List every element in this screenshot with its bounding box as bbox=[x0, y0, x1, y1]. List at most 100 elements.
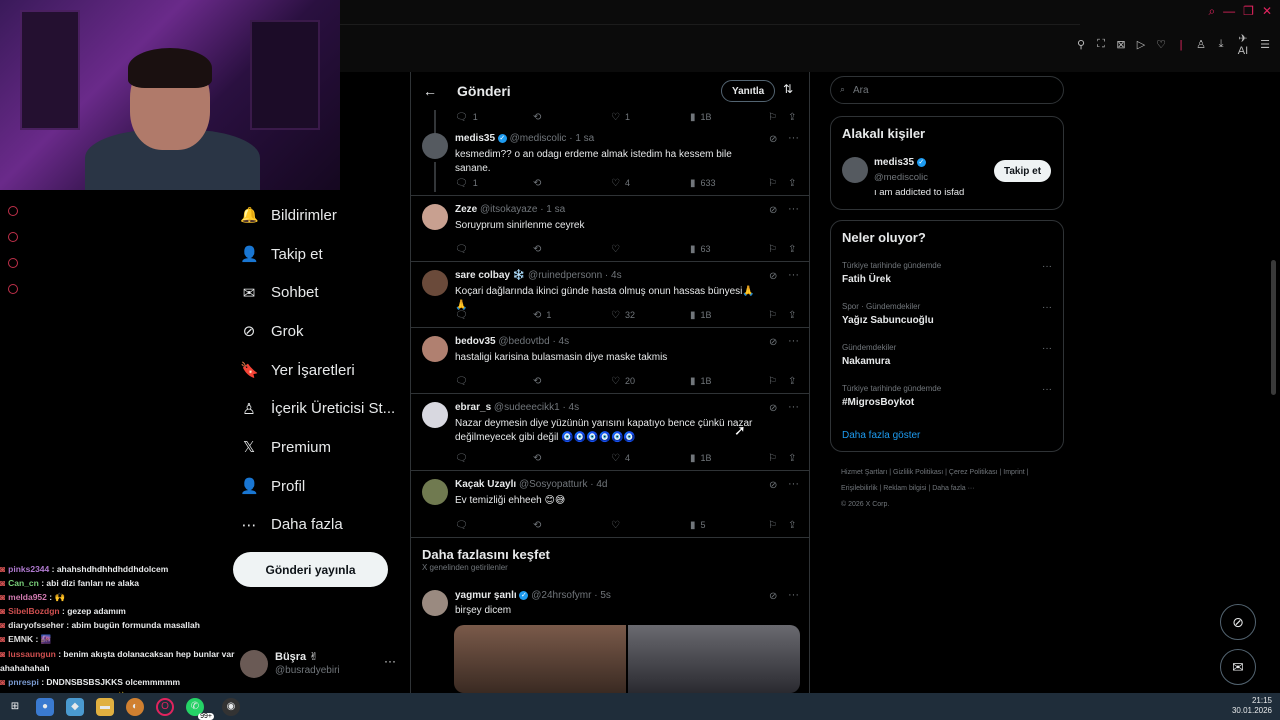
tweet-author[interactable]: sare colbay ❄️ bbox=[455, 270, 525, 281]
repost-action[interactable]: ⟲ bbox=[533, 520, 541, 531]
repost-action[interactable]: ⟲ bbox=[533, 453, 541, 464]
sidebar-item-sohbet[interactable]: ✉ Sohbet bbox=[240, 273, 410, 312]
menu-icon[interactable]: ☰ bbox=[1258, 38, 1272, 51]
search-input[interactable]: ⌕ Ara bbox=[830, 76, 1064, 104]
repost-action[interactable]: ⟲ bbox=[533, 376, 541, 387]
reply-action[interactable]: 🗨 bbox=[455, 453, 468, 464]
restore-icon[interactable]: ❐ bbox=[1243, 4, 1254, 19]
user-icon[interactable]: ♙ bbox=[1194, 38, 1208, 51]
like-action[interactable]: ♡ 1 bbox=[611, 112, 630, 123]
like-action[interactable]: ♡ bbox=[611, 244, 620, 255]
more-icon[interactable]: ··· bbox=[788, 589, 799, 601]
trend-item[interactable]: Türkiye tarihinde gündemde #MigrosBoykot ·… bbox=[842, 384, 1052, 408]
avatar[interactable] bbox=[422, 336, 448, 362]
show-more-link[interactable]: Daha fazla göster bbox=[842, 430, 920, 441]
share-action[interactable]: ⇪ bbox=[788, 520, 796, 531]
tweet[interactable]: bedov35 @bedovtbd · 4s hastaligi karisina… bbox=[411, 328, 809, 394]
reply-action[interactable]: 🗨 1 bbox=[455, 178, 478, 189]
share-action[interactable]: ⇪ bbox=[788, 376, 796, 387]
like-action[interactable]: ♡ 4 bbox=[611, 178, 630, 189]
footer-link[interactable]: Erişilebilirlik bbox=[841, 485, 878, 492]
footer-link[interactable]: Reklam bilgisi bbox=[883, 485, 926, 492]
folder-icon[interactable]: ▬ bbox=[96, 697, 114, 716]
app-icon[interactable]: ◐ bbox=[126, 697, 144, 716]
reply-action[interactable]: 🗨 bbox=[455, 310, 468, 321]
footer-link[interactable]: Imprint bbox=[1003, 469, 1024, 476]
trend-item[interactable]: Gündemdekiler Nakamura ··· bbox=[842, 343, 1052, 367]
grok-fab[interactable]: ⊘ bbox=[1220, 604, 1256, 640]
views-action[interactable]: ▮ 1B bbox=[690, 112, 712, 123]
ai-icon[interactable]: ✈AI bbox=[1234, 32, 1252, 57]
reply-action[interactable]: 🗨 bbox=[455, 376, 468, 387]
more-icon[interactable]: ··· bbox=[1042, 343, 1052, 354]
tweet-time[interactable]: · 1 sa bbox=[540, 204, 565, 215]
more-icon[interactable]: ··· bbox=[788, 203, 799, 215]
block-icon[interactable]: ⊠ bbox=[1114, 38, 1128, 51]
like-action[interactable]: ♡ 20 bbox=[611, 376, 635, 387]
reply-action[interactable]: 🗨 bbox=[455, 520, 468, 531]
tweet-handle[interactable]: @bedovtbd bbox=[498, 336, 549, 347]
tweet-media[interactable] bbox=[454, 625, 800, 693]
grok-icon[interactable]: ⊘ bbox=[769, 337, 777, 348]
grok-icon[interactable]: ⊘ bbox=[769, 480, 777, 491]
sidebar-item-yer-i-aretleri[interactable]: 🔖 Yer İşaretleri bbox=[240, 351, 410, 390]
more-icon[interactable]: ··· bbox=[788, 478, 799, 490]
views-action[interactable]: ▮ 1B bbox=[690, 376, 712, 387]
more-icon[interactable]: ··· bbox=[788, 401, 799, 413]
grok-icon[interactable]: ⊘ bbox=[769, 403, 777, 414]
screenshot-icon[interactable]: ⛶ bbox=[1094, 38, 1108, 51]
pin-icon[interactable]: ⚲ bbox=[1074, 38, 1088, 51]
tweet-author[interactable]: bedov35 bbox=[455, 336, 496, 347]
sidebar-item-premium[interactable]: 𝕏 Premium bbox=[240, 428, 410, 467]
messages-fab[interactable]: ✉ bbox=[1220, 649, 1256, 685]
close-icon[interactable]: ✕ bbox=[1262, 4, 1272, 19]
tweet-author[interactable]: ebrar_s bbox=[455, 402, 491, 413]
more-icon[interactable]: ··· bbox=[384, 654, 396, 668]
like-action[interactable]: ♡ 32 bbox=[611, 310, 635, 321]
tweet-author[interactable]: Kaçak Uzaylı bbox=[455, 479, 516, 490]
views-action[interactable]: ▮ 1B bbox=[690, 310, 712, 321]
bookmark-action[interactable]: ⚐ bbox=[768, 376, 777, 387]
views-action[interactable]: ▮ 63 bbox=[690, 244, 711, 255]
related-name[interactable]: medis35 ✓ bbox=[874, 157, 926, 168]
more-icon[interactable]: ··· bbox=[1042, 302, 1052, 313]
reply-action[interactable]: 🗨 bbox=[455, 244, 468, 255]
tweet[interactable]: ebrar_s @sudeeecikk1 · 4s Nazar deymesin … bbox=[411, 394, 809, 471]
minimize-icon[interactable]: — bbox=[1223, 4, 1235, 19]
chrome-icon[interactable]: ● bbox=[36, 697, 54, 716]
tweet-time[interactable]: · 4s bbox=[605, 270, 622, 281]
share-action[interactable]: ⇪ bbox=[788, 112, 796, 123]
grok-icon[interactable]: ⊘ bbox=[769, 271, 777, 282]
reply-action[interactable]: 🗨 1 bbox=[455, 112, 478, 123]
tweet-time[interactable]: · 1 sa bbox=[569, 133, 594, 144]
footer-link[interactable]: Hizmet Şartları bbox=[841, 469, 887, 476]
download-icon[interactable]: ⤓ bbox=[1214, 38, 1228, 51]
media-image[interactable] bbox=[628, 625, 800, 693]
tweet-time[interactable]: · 4d bbox=[590, 479, 607, 490]
share-action[interactable]: ⇪ bbox=[788, 244, 796, 255]
repost-action[interactable]: ⟲ bbox=[533, 244, 541, 255]
tweet-author[interactable]: medis35 bbox=[455, 133, 495, 144]
repost-action[interactable]: ⟲ bbox=[533, 112, 541, 123]
views-action[interactable]: ▮ 5 bbox=[690, 520, 706, 531]
avatar[interactable] bbox=[422, 479, 448, 505]
sidebar-item-profil[interactable]: 👤 Profil bbox=[240, 467, 410, 506]
footer-link[interactable]: Çerez Politikası bbox=[949, 469, 998, 476]
bookmark-action[interactable]: ⚐ bbox=[768, 178, 777, 189]
footer-link[interactable]: Daha fazla ··· bbox=[932, 485, 974, 492]
obs-icon[interactable]: ◉ bbox=[222, 697, 240, 716]
bookmark-action[interactable]: ⚐ bbox=[768, 310, 777, 321]
tweet[interactable]: Kaçak Uzaylı @Sosyopatturk · 4d Ev temizl… bbox=[411, 471, 809, 538]
bookmark-action[interactable]: ⚐ bbox=[768, 453, 777, 464]
more-icon[interactable]: ··· bbox=[1042, 384, 1052, 395]
avatar[interactable] bbox=[842, 157, 868, 183]
tweet[interactable]: Zeze @itsokayaze · 1 sa Soruyprum sinirle… bbox=[411, 196, 809, 262]
avatar[interactable] bbox=[422, 133, 448, 159]
filter-icon[interactable]: ⇅ bbox=[783, 82, 793, 96]
sidebar-item-bildirimler[interactable]: 🔔 Bildirimler bbox=[240, 196, 410, 235]
repost-action[interactable]: ⟲ bbox=[533, 178, 541, 189]
footer-link[interactable]: Gizlilik Politikası bbox=[893, 469, 943, 476]
whatsapp-icon[interactable]: ✆ 99+ bbox=[186, 697, 214, 720]
share-action[interactable]: ⇪ bbox=[788, 178, 796, 189]
sidebar-item-i-erik-reticisi-st-[interactable]: ♙ İçerik Üreticisi St... bbox=[240, 389, 410, 428]
